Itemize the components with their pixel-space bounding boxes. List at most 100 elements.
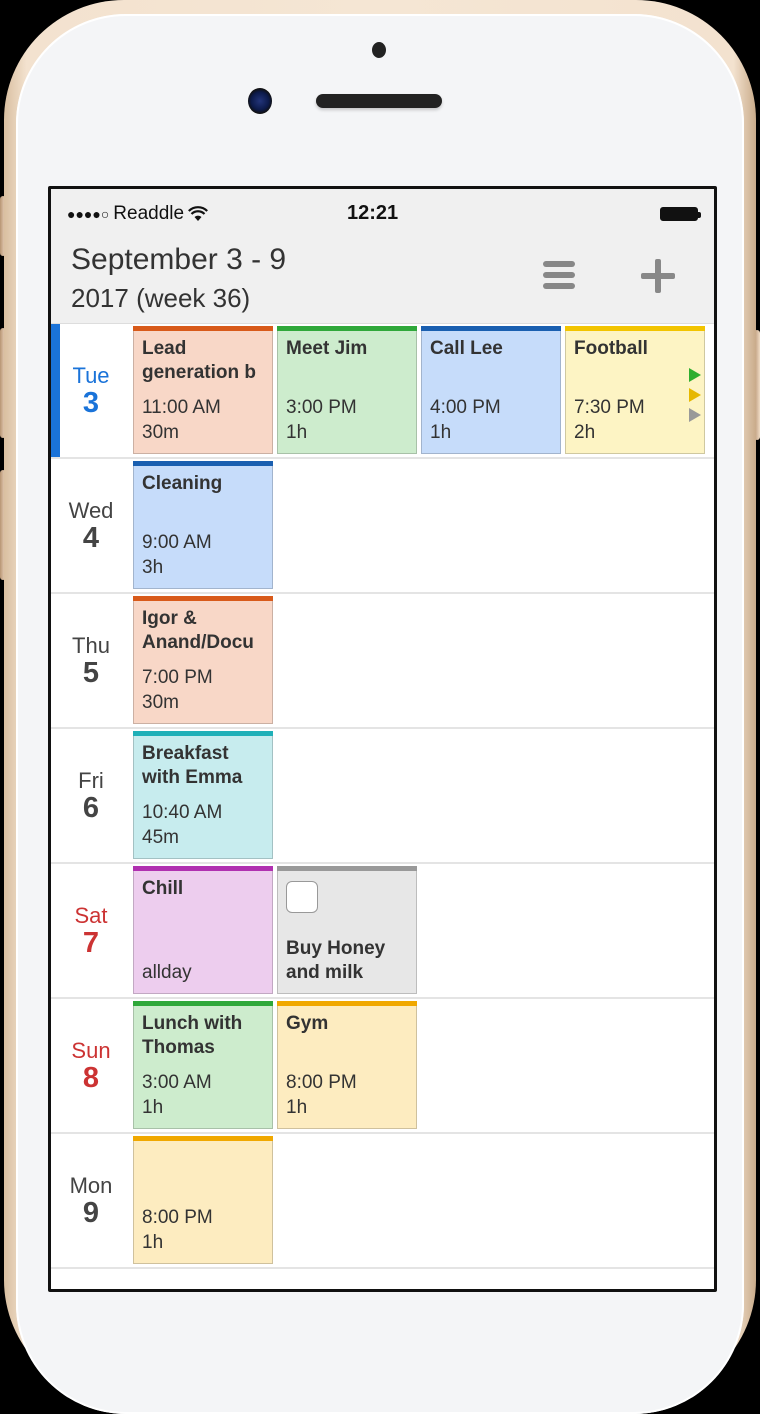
event-time: 7:00 PM xyxy=(142,667,213,688)
hamburger-menu-icon-bar xyxy=(543,272,575,278)
menu-button[interactable] xyxy=(543,261,575,293)
triangle-right-icon xyxy=(689,368,701,382)
carrier-info: ●●●●○ Readdle xyxy=(67,203,209,225)
page-subtitle: 2017 (week 36) xyxy=(71,283,251,313)
event-duration: 45m xyxy=(142,827,179,848)
event-time-block: 7:00 PM 30m xyxy=(142,665,213,715)
calendar-color-stripe xyxy=(133,731,273,736)
event-time: 8:00 PM xyxy=(286,1072,357,1093)
event-card[interactable]: Meet Jim 3:00 PM 1h xyxy=(277,326,417,454)
day-row-wed: Wed 4 Cleaning 9:00 AM 3h xyxy=(51,459,714,594)
calendar-color-stripe xyxy=(277,1001,417,1006)
status-time: 12:21 xyxy=(347,202,399,224)
event-time-block: 3:00 PM 1h xyxy=(286,395,357,445)
event-title: Meet Jim xyxy=(286,338,368,359)
signal-strength-icon: ●●●●○ xyxy=(67,206,110,222)
day-number: 9 xyxy=(82,1197,100,1229)
event-time: allday xyxy=(142,962,192,983)
hamburger-menu-icon-bar xyxy=(543,283,575,289)
day-label[interactable]: Thu 5 xyxy=(51,633,131,689)
event-title: Gym xyxy=(286,1013,329,1034)
event-card[interactable]: 8:00 PM 1h xyxy=(133,1136,273,1264)
event-time: 11:00 AM xyxy=(142,397,221,418)
triangle-right-icon xyxy=(689,388,701,402)
event-card[interactable]: Chill allday xyxy=(133,866,273,994)
event-duration: 1h xyxy=(142,1097,164,1118)
event-duration: 30m xyxy=(142,422,179,443)
calendar-header: September 3 - 9 2017 (week 36) xyxy=(51,235,714,324)
day-row-sun: Sun 8 Lunch with Thomas 3:00 AM 1h Gym 8… xyxy=(51,999,714,1134)
day-label[interactable]: Wed 4 xyxy=(51,498,131,554)
event-title: Lead generation b xyxy=(142,338,257,383)
event-title: Call Lee xyxy=(430,338,503,359)
day-row-thu: Thu 5 Igor & Anand/Docu 7:00 PM 30m xyxy=(51,594,714,729)
day-number: 7 xyxy=(82,927,100,959)
calendar-color-stripe xyxy=(133,461,273,466)
task-card[interactable]: Buy Honey and milk xyxy=(277,866,417,994)
event-title xyxy=(142,1147,264,1197)
calendar-color-stripe xyxy=(133,1001,273,1006)
event-time: 3:00 PM xyxy=(286,397,357,418)
day-name: Wed xyxy=(68,498,114,523)
event-title: Breakfast with Emma xyxy=(142,743,243,788)
day-name: Sun xyxy=(71,1038,111,1063)
front-camera-icon xyxy=(248,88,272,114)
event-duration: 3h xyxy=(142,557,164,578)
status-bar: ●●●●○ Readdle 12:21 xyxy=(51,189,714,235)
event-time-block: 10:40 AM 45m xyxy=(142,800,222,850)
day-label[interactable]: Mon 9 xyxy=(51,1173,131,1229)
day-label[interactable]: Tue 3 xyxy=(51,363,131,419)
screen: ●●●●○ Readdle 12:21 September 3 - 9 2017… xyxy=(48,186,717,1292)
calendar-color-stripe xyxy=(565,326,705,331)
event-title: Chill xyxy=(142,878,184,899)
event-card[interactable]: Cleaning 9:00 AM 3h xyxy=(133,461,273,589)
event-card[interactable]: Lead generation b 11:00 AM 30m xyxy=(133,326,273,454)
calendar-color-stripe xyxy=(133,1136,273,1141)
day-label[interactable]: Fri 6 xyxy=(51,768,131,824)
day-number: 6 xyxy=(82,792,100,824)
event-time-block: 8:00 PM 1h xyxy=(286,1070,357,1120)
calendar-color-stripe xyxy=(277,326,417,331)
event-duration: 1h xyxy=(286,422,308,443)
day-label[interactable]: Sun 8 xyxy=(51,1038,131,1094)
task-checkbox[interactable] xyxy=(286,881,318,913)
day-name: Sat xyxy=(74,903,108,928)
day-name: Fri xyxy=(78,768,104,793)
event-time-block: 11:00 AM 30m xyxy=(142,395,221,445)
day-name: Mon xyxy=(69,1173,113,1198)
carrier-name: Readdle xyxy=(113,203,185,224)
proximity-sensor xyxy=(372,42,386,58)
event-time-block: 8:00 PM 1h xyxy=(142,1205,213,1255)
day-row-mon: Mon 9 8:00 PM 1h xyxy=(51,1134,714,1269)
event-title: Football xyxy=(574,338,648,359)
event-time: 9:00 AM xyxy=(142,532,212,553)
event-title: Igor & Anand/Docu xyxy=(142,608,254,653)
event-card[interactable]: Gym 8:00 PM 1h xyxy=(277,1001,417,1129)
task-title: Buy Honey and milk xyxy=(286,938,386,983)
event-time-block: allday xyxy=(142,960,192,985)
wifi-icon xyxy=(188,206,209,221)
day-label[interactable]: Sat 7 xyxy=(51,903,131,959)
more-events-indicator[interactable] xyxy=(689,368,705,428)
event-card[interactable]: Breakfast with Emma 10:40 AM 45m xyxy=(133,731,273,859)
event-time: 10:40 AM xyxy=(142,802,223,823)
calendar-color-stripe xyxy=(133,866,273,871)
event-card[interactable]: Igor & Anand/Docu 7:00 PM 30m xyxy=(133,596,273,724)
calendar-color-stripe xyxy=(133,596,273,601)
add-event-button[interactable] xyxy=(641,259,675,293)
event-time: 7:30 PM xyxy=(574,397,645,418)
day-name: Thu xyxy=(72,633,110,658)
event-card[interactable]: Call Lee 4:00 PM 1h xyxy=(421,326,561,454)
earpiece-speaker xyxy=(316,94,442,108)
week-agenda: Tue 3 Lead generation b 11:00 AM 30m Mee… xyxy=(51,324,714,1269)
event-card[interactable]: Football 7:30 PM 2h xyxy=(565,326,705,454)
event-time: 8:00 PM xyxy=(142,1207,213,1228)
calendar-color-stripe xyxy=(133,326,273,331)
event-card[interactable]: Lunch with Thomas 3:00 AM 1h xyxy=(133,1001,273,1129)
day-number: 3 xyxy=(82,387,100,419)
event-time: 4:00 PM xyxy=(430,397,501,418)
event-duration: 2h xyxy=(574,422,596,443)
day-row-fri: Fri 6 Breakfast with Emma 10:40 AM 45m xyxy=(51,729,714,864)
day-number: 4 xyxy=(82,522,100,554)
day-name: Tue xyxy=(72,363,110,388)
